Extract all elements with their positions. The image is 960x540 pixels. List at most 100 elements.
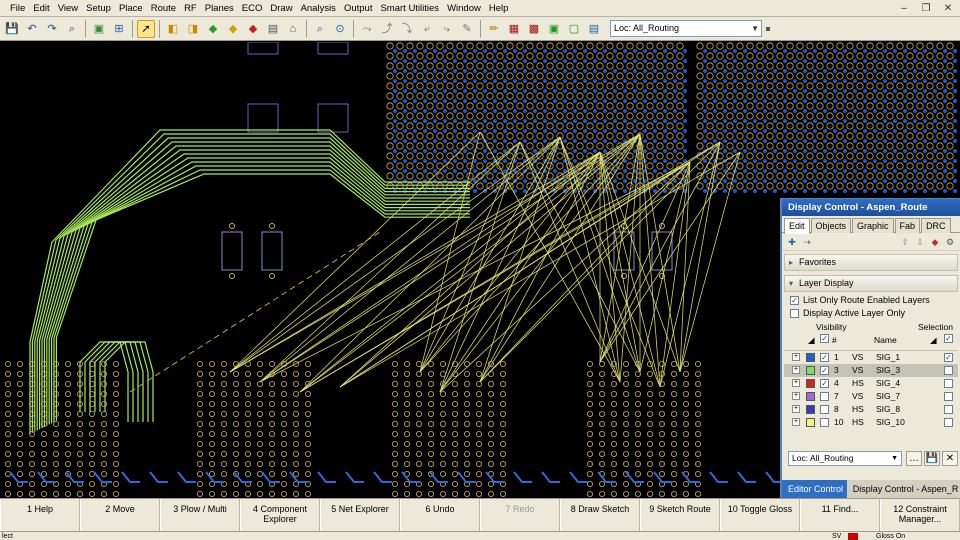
layer-select-checkbox[interactable] [944, 379, 953, 388]
layer-visible-checkbox[interactable] [820, 405, 829, 414]
plow-icon[interactable]: ⤴ [378, 20, 396, 38]
select-pointer-icon[interactable]: ➚ [137, 19, 155, 38]
route-mode-icon[interactable]: ⤳ [358, 20, 376, 38]
expand-icon[interactable]: + [792, 392, 800, 400]
layer-select-checkbox[interactable] [944, 405, 953, 414]
sketch-icon[interactable]: ✎ [458, 20, 476, 38]
tab-objects[interactable]: Objects [810, 218, 852, 233]
menu-analysis[interactable]: Analysis [297, 0, 340, 17]
pencil-icon[interactable]: ✏ [485, 20, 503, 38]
expand-icon[interactable]: + [792, 405, 800, 413]
warning-icon[interactable]: ◆ [244, 20, 262, 38]
delete-scheme-icon[interactable]: ✕ [942, 451, 958, 466]
menu-help[interactable]: Help [485, 0, 513, 17]
route-icon[interactable]: ◆ [204, 20, 222, 38]
green-layer-icon[interactable]: ▣ [545, 20, 563, 38]
menu-smart-utilities[interactable]: Smart Utilities [376, 0, 443, 17]
layer-visible-checkbox[interactable]: ✓ [820, 366, 829, 375]
settings-icon[interactable]: ⚙ [944, 236, 956, 248]
place-icon[interactable]: ◨ [184, 20, 202, 38]
display-icon[interactable]: ▢ [565, 20, 583, 38]
route-enabled-option[interactable]: ✓ List Only Route Enabled Layers [782, 294, 960, 307]
fkey-3-button[interactable]: 3 Plow / Multi [160, 499, 240, 531]
visibility-all-checkbox[interactable]: ✓ [820, 334, 829, 343]
tab-graphic[interactable]: Graphic [852, 218, 894, 233]
favorites-header[interactable]: ▸ Favorites [784, 254, 958, 271]
visibility-all-icon[interactable]: ◢ [808, 335, 815, 346]
redo-icon[interactable]: ↷ [43, 20, 61, 38]
report-icon[interactable]: ▤ [264, 20, 282, 38]
fkey-7-button[interactable]: 7 Redo [480, 499, 560, 531]
tab-drc[interactable]: DRC [921, 218, 951, 233]
close-icon[interactable]: ✕ [942, 3, 954, 15]
lock-icon[interactable]: ⌂ [284, 20, 302, 38]
up-icon[interactable]: ⇧ [899, 236, 911, 248]
active-only-option[interactable]: Display Active Layer Only [782, 307, 960, 320]
menu-view[interactable]: View [54, 0, 82, 17]
grid-icon[interactable]: ▣ [90, 20, 108, 38]
search-icon[interactable]: ⊙ [331, 20, 349, 38]
fkey-5-button[interactable]: 5 Net Explorer [320, 499, 400, 531]
menu-edit[interactable]: Edit [29, 0, 53, 17]
selection-all-icon[interactable]: ◢ [930, 335, 937, 346]
layer-select-checkbox[interactable] [944, 392, 953, 401]
layer-select-checkbox[interactable] [944, 418, 953, 427]
component-icon[interactable]: ◧ [164, 20, 182, 38]
layer-row[interactable]: +7 VS SIG_7 [784, 390, 958, 403]
find-icon[interactable]: ⌕ [311, 20, 329, 38]
location-select[interactable]: Loc: All_Routing ▼ [610, 20, 762, 37]
layer-color-swatch[interactable] [806, 366, 815, 375]
expand-icon[interactable]: + [792, 379, 800, 387]
layer-row[interactable]: + ✓ 3 VS SIG_3 [784, 364, 958, 377]
fkey-8-button[interactable]: 8 Draw Sketch [560, 499, 640, 531]
fkey-11-button[interactable]: 11 Find... [800, 499, 880, 531]
layer-visible-checkbox[interactable]: ✓ [820, 379, 829, 388]
down-icon[interactable]: ⇩ [914, 236, 926, 248]
layer-visible-checkbox[interactable] [820, 418, 829, 427]
menu-draw[interactable]: Draw [266, 0, 296, 17]
layer-visible-checkbox[interactable]: ✓ [820, 353, 829, 362]
tab-fab[interactable]: Fab [894, 218, 921, 233]
fkey-10-button[interactable]: 10 Toggle Gloss [720, 499, 800, 531]
menu-window[interactable]: Window [443, 0, 485, 17]
fkey-12-button[interactable]: 12 Constraint Manager... [880, 499, 960, 531]
layer-color-swatch[interactable] [806, 405, 815, 414]
menu-output[interactable]: Output [340, 0, 377, 17]
bus-route-icon[interactable]: ⤵ [398, 20, 416, 38]
board-icon[interactable]: ▤ [585, 20, 603, 38]
layer-color-swatch[interactable] [806, 392, 815, 401]
active-only-checkbox[interactable] [790, 309, 799, 318]
layer-row[interactable]: +8 HS SIG_8 [784, 403, 958, 416]
layer-row[interactable]: +10 HS SIG_10 [784, 416, 958, 429]
tab-editor-control[interactable]: Editor Control [782, 480, 847, 498]
layer-color-swatch[interactable] [806, 353, 815, 362]
fkey-6-button[interactable]: 6 Undo [400, 499, 480, 531]
menu-eco[interactable]: ECO [238, 0, 267, 17]
layer-row[interactable]: + ✓ 4 HS SIG_4 [784, 377, 958, 390]
undo-icon[interactable]: ↶ [23, 20, 41, 38]
expand-icon[interactable]: + [792, 353, 800, 361]
layer-display-header[interactable]: ▾ Layer Display [784, 275, 958, 292]
layer-color-swatch[interactable] [806, 379, 815, 388]
layer-select-checkbox[interactable] [944, 366, 953, 375]
fkey-4-button[interactable]: 4 Component Explorer [240, 499, 320, 531]
save-scheme-icon[interactable]: 💾 [924, 451, 940, 466]
more-button[interactable]: … [906, 451, 922, 466]
zoom-fit-icon[interactable]: ⊞ [110, 20, 128, 38]
fkey-2-button[interactable]: 2 Move [80, 499, 160, 531]
restore-icon[interactable]: ❐ [920, 3, 932, 15]
layer-select-checkbox[interactable]: ✓ [944, 353, 953, 362]
menu-planes[interactable]: Planes [201, 0, 238, 17]
expand-icon[interactable]: + [792, 418, 800, 426]
fkey-1-button[interactable]: 1 Help [0, 499, 80, 531]
menu-place[interactable]: Place [115, 0, 147, 17]
tab-display-control[interactable]: Display Control - Aspen_R [847, 480, 960, 498]
menu-setup[interactable]: Setup [82, 0, 115, 17]
save-icon[interactable]: 💾 [3, 20, 21, 38]
tune-icon[interactable]: ⤷ [438, 20, 456, 38]
add-icon[interactable]: ✚ [786, 236, 798, 248]
fkey-9-button[interactable]: 9 Sketch Route [640, 499, 720, 531]
expand-icon[interactable]: + [792, 366, 800, 374]
drc-icon[interactable]: ◆ [224, 20, 242, 38]
layer-visible-checkbox[interactable] [820, 392, 829, 401]
